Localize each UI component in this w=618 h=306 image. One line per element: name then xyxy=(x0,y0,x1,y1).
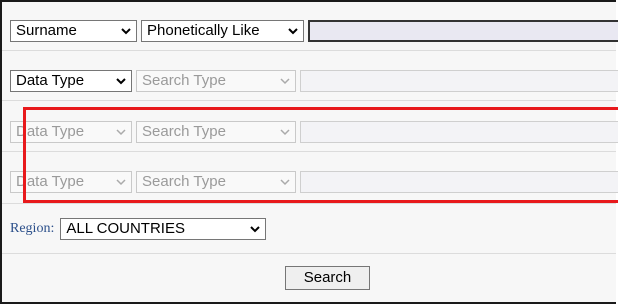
search-form: Surname Phonetically Like Data Type Sear… xyxy=(0,0,618,304)
search-input-2[interactable] xyxy=(300,70,618,92)
field-select-value: Surname xyxy=(16,22,77,39)
field-select-2[interactable]: Data Type xyxy=(10,70,132,92)
search-row-3: Data Type Search Type xyxy=(10,119,618,145)
search-button[interactable]: Search xyxy=(285,266,370,290)
chevron-down-icon xyxy=(116,179,126,186)
match-select-value: Search Type xyxy=(142,123,226,140)
field-select-value: Data Type xyxy=(16,72,85,89)
region-select[interactable]: ALL COUNTRIES xyxy=(60,218,267,240)
match-select-1[interactable]: Phonetically Like xyxy=(141,20,304,42)
search-input-1[interactable] xyxy=(308,20,618,42)
field-select-value: Data Type xyxy=(16,123,85,140)
divider xyxy=(2,203,616,204)
region-select-value: ALL COUNTRIES xyxy=(66,220,185,237)
match-select-4[interactable]: Search Type xyxy=(136,171,296,193)
chevron-down-icon xyxy=(121,28,131,35)
match-select-value: Search Type xyxy=(142,173,226,190)
chevron-down-icon xyxy=(280,129,290,136)
chevron-down-icon xyxy=(116,129,126,136)
region-label: Region: xyxy=(10,221,55,236)
divider xyxy=(2,100,616,101)
match-select-3[interactable]: Search Type xyxy=(136,121,296,143)
field-select-4[interactable]: Data Type xyxy=(10,171,132,193)
divider xyxy=(2,151,616,152)
chevron-down-icon xyxy=(280,179,290,186)
region-row: Region: ALL COUNTRIES xyxy=(10,218,270,240)
divider xyxy=(2,253,616,254)
field-select-value: Data Type xyxy=(16,173,85,190)
search-input-3[interactable] xyxy=(300,121,618,143)
divider xyxy=(2,50,616,51)
match-select-value: Search Type xyxy=(142,72,226,89)
chevron-down-icon xyxy=(250,226,261,233)
match-select-2[interactable]: Search Type xyxy=(136,70,296,92)
chevron-down-icon xyxy=(116,78,126,85)
search-input-4[interactable] xyxy=(300,171,618,193)
match-select-value: Phonetically Like xyxy=(147,22,260,39)
search-row-1: Surname Phonetically Like xyxy=(10,18,618,44)
chevron-down-icon xyxy=(280,78,290,85)
chevron-down-icon xyxy=(288,28,298,35)
search-row-2: Data Type Search Type xyxy=(10,68,618,94)
field-select-3[interactable]: Data Type xyxy=(10,121,132,143)
search-row-4: Data Type Search Type xyxy=(10,169,618,195)
field-select-1[interactable]: Surname xyxy=(10,20,137,42)
